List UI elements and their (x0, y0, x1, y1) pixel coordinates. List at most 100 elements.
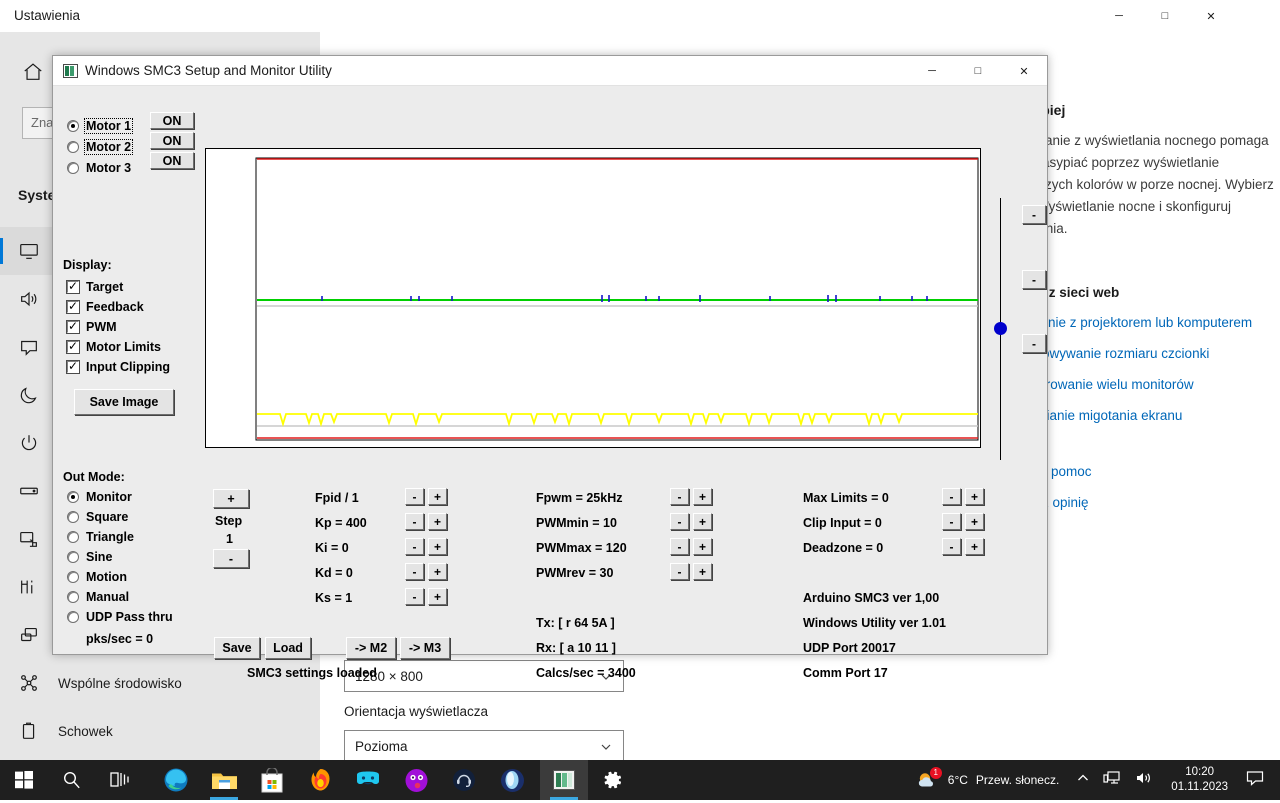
out-mode-motion-radio[interactable]: Motion (67, 570, 127, 584)
side-minus-button-1[interactable]: - (1022, 205, 1046, 224)
app-purple-button[interactable] (392, 760, 440, 800)
ki-minus-button[interactable]: - (405, 538, 424, 555)
out-mode-square-radio[interactable]: Square (67, 510, 128, 524)
comm-port-label: Comm Port 17 (803, 666, 888, 680)
motor-1-on-button[interactable]: ON (150, 112, 194, 129)
settings-minimize-button[interactable]: ─ (1096, 0, 1142, 32)
deadzone-minus-button[interactable]: - (942, 538, 961, 555)
deadzone-plus-button[interactable]: + (965, 538, 984, 555)
settings-close-button[interactable]: ✕ (1188, 0, 1234, 32)
orientation-dropdown[interactable]: Pozioma (344, 730, 624, 762)
search-icon (62, 770, 82, 790)
pwmrev-minus-button[interactable]: - (670, 563, 689, 580)
radio-indicator (67, 491, 79, 503)
motor-2-on-button[interactable]: ON (150, 132, 194, 149)
motor-2-label: Motor 2 (84, 139, 133, 155)
weather-condition: Przew. słonecz. (976, 773, 1059, 787)
action-center-button[interactable] (1246, 770, 1264, 791)
smc3-close-button[interactable]: ✕ (1001, 56, 1047, 86)
fpwm-plus-button[interactable]: + (693, 488, 712, 505)
app-blue-button[interactable] (488, 760, 536, 800)
ki-label: Ki = 0 (315, 541, 349, 555)
save-image-button[interactable]: Save Image (74, 389, 174, 415)
pwmrev-plus-button[interactable]: + (693, 563, 712, 580)
sidebar-item-clipboard[interactable]: Schowek (0, 707, 320, 755)
pwmmin-label: PWMmin = 10 (536, 516, 617, 530)
step-minus-button[interactable]: - (213, 549, 249, 568)
motor-3-radio[interactable]: Motor 3 (67, 161, 131, 175)
fpid-plus-button[interactable]: + (428, 488, 447, 505)
gear-icon (600, 768, 624, 792)
display-input-clipping-checkbox[interactable]: Input Clipping (67, 360, 170, 374)
out-mode-triangle-radio[interactable]: Triangle (67, 530, 134, 544)
max-limits-plus-button[interactable]: + (965, 488, 984, 505)
pwmmax-plus-button[interactable]: + (693, 538, 712, 555)
mixed-reality-button[interactable] (344, 760, 392, 800)
radio-label: Monitor (86, 490, 132, 504)
edge-button[interactable] (152, 760, 200, 800)
show-hidden-icons-button[interactable] (1077, 771, 1089, 789)
search-button[interactable] (48, 760, 96, 800)
smc3-taskbar-button[interactable] (540, 760, 588, 800)
start-button[interactable] (0, 760, 48, 800)
display-pwm-checkbox[interactable]: PWM (67, 320, 117, 334)
copy-to-m3-button[interactable]: -> M3 (400, 637, 450, 659)
deadzone-label: Deadzone = 0 (803, 541, 883, 555)
firefox-button[interactable] (296, 760, 344, 800)
store-button[interactable] (248, 760, 296, 800)
network-button[interactable] (1103, 770, 1121, 791)
clock[interactable]: 10:20 01.11.2023 (1171, 765, 1228, 795)
smc3-maximize-button[interactable]: □ (955, 56, 1001, 86)
file-explorer-button[interactable] (200, 760, 248, 800)
weather-widget[interactable]: 1 6°C Przew. słonecz. (916, 769, 1060, 791)
smc3-minimize-button[interactable]: ─ (909, 56, 955, 86)
clip-input-plus-button[interactable]: + (965, 513, 984, 530)
checkbox-indicator (67, 301, 79, 313)
settings-maximize-button[interactable]: □ (1142, 0, 1188, 32)
firefox-icon (308, 767, 333, 793)
display-target-checkbox[interactable]: Target (67, 280, 123, 294)
out-mode-sine-radio[interactable]: Sine (67, 550, 112, 564)
motor-2-radio[interactable]: Motor 2 (67, 140, 131, 154)
kp-plus-button[interactable]: + (428, 513, 447, 530)
side-minus-button-2[interactable]: - (1022, 270, 1046, 289)
motor-3-on-button[interactable]: ON (150, 152, 194, 169)
kp-minus-button[interactable]: - (405, 513, 424, 530)
out-mode-manual-radio[interactable]: Manual (67, 590, 129, 604)
settings-taskbar-button[interactable] (588, 760, 636, 800)
monitor-icon (18, 240, 40, 262)
motor-1-radio[interactable]: Motor 1 (67, 119, 131, 133)
settings-titlebar[interactable]: Ustawienia ─ □ ✕ (0, 0, 1280, 32)
smc3-titlebar[interactable]: Windows SMC3 Setup and Monitor Utility ─… (53, 56, 1047, 86)
app-headset-button[interactable] (440, 760, 488, 800)
fpwm-minus-button[interactable]: - (670, 488, 689, 505)
fpid-minus-button[interactable]: - (405, 488, 424, 505)
scale-slider-knob[interactable] (994, 322, 1007, 335)
pwmmax-minus-button[interactable]: - (670, 538, 689, 555)
ks-minus-button[interactable]: - (405, 588, 424, 605)
out-mode-monitor-radio[interactable]: Monitor (67, 490, 132, 504)
pwmmin-plus-button[interactable]: + (693, 513, 712, 530)
task-view-button[interactable] (96, 760, 144, 800)
out-mode-udp-passthru-radio[interactable]: UDP Pass thru (67, 610, 173, 624)
display-feedback-checkbox[interactable]: Feedback (67, 300, 144, 314)
save-button[interactable]: Save (214, 637, 260, 659)
volume-button[interactable] (1135, 770, 1153, 791)
pks-per-sec-label: pks/sec = 0 (86, 632, 153, 646)
arduino-version-label: Arduino SMC3 ver 1,00 (803, 591, 939, 605)
ki-plus-button[interactable]: + (428, 538, 447, 555)
copy-to-m2-button[interactable]: -> M2 (346, 637, 396, 659)
status-message: SMC3 settings loaded (247, 666, 377, 680)
load-button[interactable]: Load (265, 637, 311, 659)
app-blue-icon (500, 768, 525, 793)
max-limits-minus-button[interactable]: - (942, 488, 961, 505)
kd-minus-button[interactable]: - (405, 563, 424, 580)
pwmmin-minus-button[interactable]: - (670, 513, 689, 530)
display-motor-limits-checkbox[interactable]: Motor Limits (67, 340, 161, 354)
step-plus-button[interactable]: + (213, 489, 249, 508)
side-minus-button-3[interactable]: - (1022, 334, 1046, 353)
kd-plus-button[interactable]: + (428, 563, 447, 580)
radio-label: Motion (86, 570, 127, 584)
clip-input-minus-button[interactable]: - (942, 513, 961, 530)
ks-plus-button[interactable]: + (428, 588, 447, 605)
